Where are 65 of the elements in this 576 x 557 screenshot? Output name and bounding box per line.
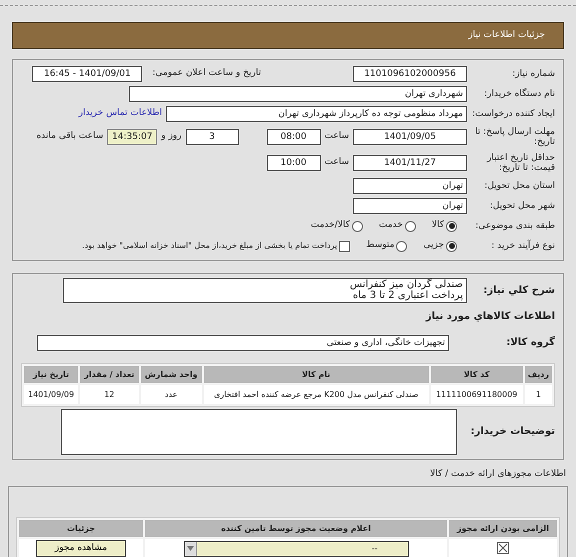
field-label: توضیحات خریدار: (471, 426, 555, 438)
table-cell: صندلی کنفرانس مدل K200 مرجع عرضه کننده احمد افتخاری (204, 385, 429, 404)
requester-field: مهرداد منظومی توجه ده کارپرداز شهرداری تهران (166, 106, 467, 122)
table-cell: 1 (524, 385, 552, 404)
contact-link[interactable]: اطلاعات تماس خریدار (78, 107, 162, 121)
table-cell: 12 (80, 385, 139, 404)
need-number-field: 1101096102000956 (353, 66, 467, 82)
option-label: جزیی (423, 239, 444, 252)
field-label: حداقل تاریخ اعتبار قیمت: تا تاریخ: (486, 152, 555, 174)
remaining-label: ساعت باقی مانده (36, 130, 104, 144)
header-title: جزئیات اطلاعات نیاز (468, 28, 545, 42)
field-label: شماره نیاز: (511, 68, 555, 80)
column-header: الزامی بودن ارائه مجوز (449, 520, 557, 537)
section-title: اطلاعات مجوزهای ارائه خدمت / کالا (429, 468, 566, 481)
column-header: نام کالا (204, 366, 429, 383)
date-field: 1401/09/05 (353, 129, 467, 145)
table-cell: عدد (140, 385, 202, 404)
table-cell: 1401/09/09 (24, 385, 78, 404)
checkbox[interactable] (339, 240, 350, 252)
remaining-time-field: 14:35:07 (107, 129, 158, 145)
days-field: 3 (186, 129, 238, 145)
column-header: اعلام وضعیت مجوز توسط تامین کننده (145, 520, 447, 537)
radio-button[interactable] (446, 240, 457, 252)
status-dropdown[interactable]: -- (184, 540, 408, 556)
time-field: 10:00 (266, 155, 320, 171)
city-field: تهران (353, 198, 467, 214)
field-label: تاریخ و ساعت اعلان عمومی: (152, 67, 261, 80)
field-label: طبقه بندی موضوعی: (474, 220, 555, 232)
province-field: تهران (353, 178, 467, 194)
option-label: کالا/خدمت (310, 219, 350, 232)
column-header: کد کالا (430, 366, 523, 383)
radio-button[interactable] (446, 220, 457, 232)
option-label: خدمت (378, 219, 403, 232)
announce-date-field: 1401/09/01 - 16:45 (32, 66, 142, 82)
radio-button[interactable] (404, 220, 416, 232)
field-label: ایجاد کننده درخواست: (471, 108, 555, 120)
time-field: 08:00 (266, 129, 320, 145)
view-permit-button[interactable]: مشاهده مجوز (36, 540, 126, 557)
field-label: گروه کالا: (505, 337, 555, 349)
option-label: متوسط (366, 239, 394, 252)
column-header: واحد شمارش (140, 366, 202, 383)
caret-icon (186, 546, 194, 551)
time-label: ساعت (324, 130, 349, 144)
field-label: نام دستگاه خریدار: (483, 88, 555, 100)
goods-group-field: تجهیزات خانگی، اداری و صنعتی (37, 335, 449, 351)
column-header: تاریخ نیاز (24, 366, 78, 383)
section-heading: اطلاعات کالاهاي مورد نياز (426, 310, 555, 324)
column-header: ردیف (524, 366, 552, 383)
checkbox-label: پرداخت تمام یا بخشی از مبلغ خرید،از محل "اسناد خزانه اسلامی" خواهد بود. (82, 240, 338, 252)
date-field: 1401/11/27 (353, 155, 467, 171)
field-label: نوع فرآیند خرید : (490, 240, 555, 252)
buyer-field: شهرداری تهران (129, 86, 467, 102)
radio-button[interactable] (352, 220, 363, 232)
field-label: شرح کلي نياز: (482, 284, 555, 296)
table-cell: 1111100691180009 (430, 385, 523, 404)
column-header: تعداد / مقدار (80, 366, 139, 383)
field-label: مهلت ارسال پاسخ: تا تاریخ: (474, 126, 555, 148)
field-label: شهر محل تحویل: (488, 200, 555, 212)
radio-button[interactable] (396, 240, 408, 252)
time-label: ساعت (324, 156, 349, 170)
description-field: صندلی گردان میز کنفرانس پرداخت اعتباری 2 تا 3 ماه (63, 278, 467, 303)
option-label: کالا (432, 219, 444, 232)
column-header: جزئیات (19, 520, 143, 537)
field-label: استان محل تحویل: (483, 180, 555, 192)
days-label: روز و (161, 130, 182, 144)
